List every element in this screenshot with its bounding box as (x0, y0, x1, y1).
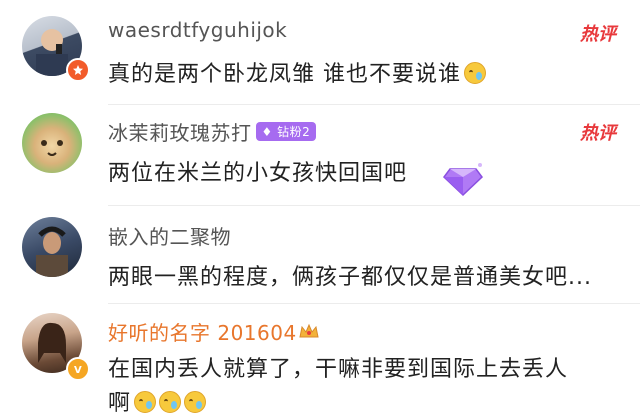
fan-badge-label: 钻粉2 (277, 125, 311, 139)
comment-text: 在国内丢人就算了，干嘛非要到国际上去丢人 (108, 357, 569, 382)
hot-comment-tag: 热评 (580, 123, 616, 144)
divider (108, 303, 640, 304)
verified-badge-icon: V (66, 357, 90, 381)
comment-text: 两位在米兰的小女孩快回国吧 (108, 161, 408, 186)
comment-text-content: 真的是两个卧龙凤雏 谁也不要说谁 (108, 62, 461, 87)
comment-item: waesrdtfyguhijok 热评 真的是两个卧龙凤雏 谁也不要说谁 (0, 0, 640, 105)
verified-badge-icon (66, 58, 90, 82)
svg-text:V: V (74, 365, 82, 375)
laugh-cry-emoji-icon (159, 391, 182, 413)
laugh-cry-emoji-icon (184, 391, 207, 413)
comment-text: 两眼一黑的程度，俩孩子都仅仅是普通美女吧... (108, 265, 592, 290)
avatar[interactable] (22, 113, 82, 173)
comment-item: 冰茉莉玫瑰苏打 ♦ 钻粉2 热评 两位在米兰的小女孩快回国吧 (0, 105, 640, 205)
comment-text: 真的是两个卧龙凤雏 谁也不要说谁 (108, 56, 486, 88)
comment-item: V 好听的名字 201604 在国内丢人就算了，干嘛非要到国际上去丢人 啊 (0, 305, 640, 420)
diamond-sticker-icon (442, 163, 484, 197)
comment-text-line2: 啊 (108, 385, 207, 417)
crown-icon (299, 323, 319, 338)
username-text: 好听的名字 201604 (108, 321, 297, 345)
username[interactable]: 嵌入的二聚物 (108, 221, 231, 250)
username[interactable]: waesrdtfyguhijok (108, 18, 287, 42)
avatar[interactable] (22, 217, 82, 277)
username[interactable]: 好听的名字 201604 (108, 317, 319, 346)
username[interactable]: 冰茉莉玫瑰苏打 ♦ 钻粉2 (108, 117, 317, 146)
username-text: 冰茉莉玫瑰苏打 (108, 121, 252, 145)
comment-text-content: 啊 (108, 391, 132, 416)
laugh-cry-emoji-icon (464, 62, 486, 84)
laugh-cry-emoji-icon (134, 391, 157, 413)
diamond-fan-badge-icon: ♦ 钻粉2 (255, 122, 317, 141)
comment-item: 嵌入的二聚物 两眼一黑的程度，俩孩子都仅仅是普通美女吧... (0, 205, 640, 305)
hot-comment-tag: 热评 (580, 24, 616, 45)
